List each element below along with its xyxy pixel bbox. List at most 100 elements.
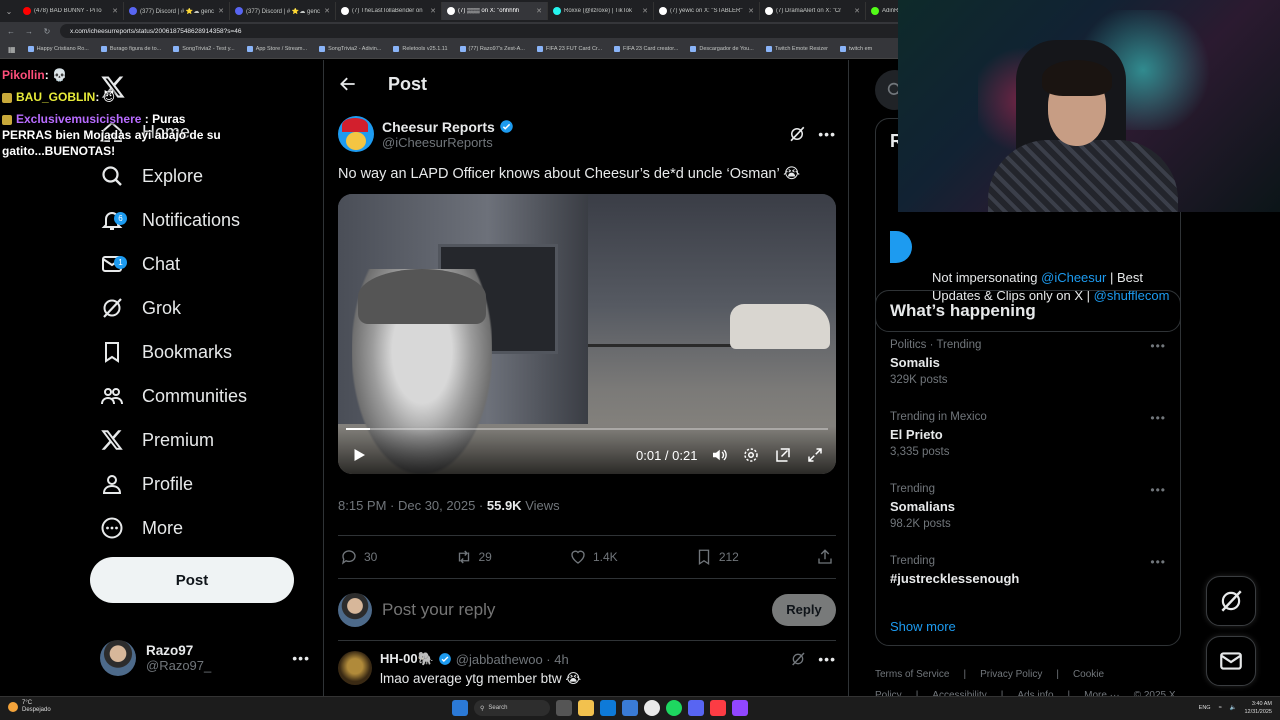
- tab-close-icon[interactable]: ✕: [748, 7, 754, 15]
- footer-link[interactable]: Privacy Policy: [980, 669, 1042, 680]
- nav-bookmarks[interactable]: Bookmarks: [100, 332, 232, 372]
- bookmark-action[interactable]: 212: [695, 548, 739, 566]
- tab-close-icon[interactable]: ✕: [324, 7, 330, 15]
- grok-icon[interactable]: [790, 651, 806, 667]
- tweet-timestamp[interactable]: 8:15 PM · Dec 30, 2025 ·: [338, 498, 483, 513]
- store-icon[interactable]: [622, 700, 638, 716]
- weather-widget[interactable]: 7°C Despejado: [8, 700, 51, 714]
- browser-tab[interactable]: (7) DramaAlert on X: "Cr ✕: [760, 2, 866, 20]
- messages-floating-button[interactable]: [1206, 636, 1256, 686]
- taskbar-search[interactable]: ⚲ Search: [474, 700, 550, 716]
- author-handle[interactable]: @iCheesurReports: [382, 135, 514, 150]
- bio-link[interactable]: @iCheesur: [1041, 270, 1106, 285]
- browser-tab[interactable]: (7) ▒▒▒ on X: "ohhhhh ✕: [442, 2, 548, 20]
- reply-action[interactable]: 30: [340, 548, 377, 566]
- bookmark-item[interactable]: Descargador de You...: [690, 46, 754, 52]
- bookmark-item[interactable]: Burago figura de to...: [100, 46, 161, 52]
- author-name[interactable]: Cheesur Reports: [382, 119, 495, 135]
- trend-item[interactable]: Trending #justrecklessenough •••: [890, 555, 1166, 627]
- volume-icon[interactable]: 🔈: [1230, 705, 1237, 711]
- reload-icon[interactable]: ↻: [42, 27, 52, 36]
- language-indicator[interactable]: ENG: [1199, 705, 1211, 711]
- account-switcher[interactable]: Razo97 @Razo97_ •••: [100, 638, 310, 678]
- tab-close-icon[interactable]: ✕: [642, 7, 648, 15]
- trend-item[interactable]: Politics · Trending Somalis 329K posts •••: [890, 339, 1166, 411]
- bookmark-item[interactable]: FIFA 23 Card creator...: [614, 46, 678, 52]
- reply-author-avatar[interactable]: [338, 651, 372, 685]
- like-action[interactable]: 1.4K: [569, 548, 618, 566]
- author-avatar[interactable]: [338, 116, 374, 152]
- browser-tab[interactable]: (478) BAD BUNNY - PiTo ✕: [18, 2, 124, 20]
- reply-tweet[interactable]: HH-00🐘 @jabbathewoo · 4h ••• lmao averag…: [338, 651, 836, 687]
- reply-author-name[interactable]: HH-00🐘: [380, 651, 434, 667]
- chrome-icon[interactable]: [644, 700, 660, 716]
- bookmark-item[interactable]: twitch em: [840, 46, 872, 52]
- fullscreen-icon[interactable]: [806, 446, 824, 464]
- music-icon[interactable]: [710, 700, 726, 716]
- task-view-icon[interactable]: [556, 700, 572, 716]
- picture-in-picture-icon[interactable]: [774, 446, 792, 464]
- nav-premium[interactable]: Premium: [100, 420, 214, 460]
- footer-link[interactable]: Terms of Service: [875, 669, 949, 680]
- file-explorer-icon[interactable]: [578, 700, 594, 716]
- spotify-icon[interactable]: [666, 700, 682, 716]
- back-arrow-icon[interactable]: ←: [6, 27, 16, 36]
- edge-icon[interactable]: [600, 700, 616, 716]
- reply-button[interactable]: Reply: [772, 593, 836, 626]
- discord-icon[interactable]: [688, 700, 704, 716]
- browser-tab[interactable]: Roxxe (@ilzroxe) | TikTok ✕: [548, 2, 654, 20]
- bookmark-item[interactable]: Reletools v25.1.11: [393, 46, 448, 52]
- bookmark-item[interactable]: Happy Cristiano Ro...: [27, 46, 89, 52]
- clock[interactable]: 3:40 AM 12/31/2025: [1244, 700, 1272, 716]
- tab-close-icon[interactable]: ✕: [536, 7, 542, 15]
- trend-more-icon[interactable]: •••: [1150, 339, 1166, 353]
- bookmark-item[interactable]: App Store / Stream...: [246, 46, 307, 52]
- bookmark-item[interactable]: SongTrivia2 - Test y...: [173, 46, 235, 52]
- share-action[interactable]: [816, 548, 834, 566]
- post-button[interactable]: Post: [90, 557, 294, 603]
- nav-chat[interactable]: 1 Chat: [100, 244, 180, 284]
- reply-input[interactable]: [382, 599, 762, 620]
- nav-profile[interactable]: Profile: [100, 464, 193, 504]
- nav-communities[interactable]: Communities: [100, 376, 247, 416]
- volume-icon[interactable]: [710, 446, 728, 464]
- bookmark-item[interactable]: Twitch Emote Resizer: [765, 46, 828, 52]
- tab-close-icon[interactable]: ✕: [854, 7, 860, 15]
- tweet-more-icon[interactable]: •••: [818, 126, 836, 142]
- trend-item[interactable]: Trending Somalians 98.2K posts •••: [890, 483, 1166, 555]
- account-more-icon[interactable]: •••: [292, 650, 310, 666]
- forward-arrow-icon[interactable]: →: [24, 27, 34, 36]
- browser-tab[interactable]: (377) Discord | # ⭐☁ genc ✕: [124, 2, 230, 20]
- play-icon[interactable]: [350, 446, 368, 464]
- trend-item[interactable]: Trending in Mexico El Prieto 3,335 posts ••…: [890, 411, 1166, 483]
- tab-close-icon[interactable]: ✕: [218, 7, 224, 15]
- twitch-icon[interactable]: [732, 700, 748, 716]
- trend-more-icon[interactable]: •••: [1150, 411, 1166, 425]
- reply-more-icon[interactable]: •••: [818, 651, 836, 667]
- browser-tab[interactable]: (377) Discord | # ⭐☁ genc ✕: [230, 2, 336, 20]
- tab-close-icon[interactable]: ✕: [112, 7, 118, 15]
- nav-notifications[interactable]: 6 Notifications: [100, 200, 240, 240]
- settings-gear-icon[interactable]: [742, 446, 760, 464]
- grok-icon[interactable]: [788, 125, 806, 143]
- nav-grok[interactable]: Grok: [100, 288, 181, 328]
- start-icon[interactable]: [452, 700, 468, 716]
- video-player[interactable]: 0:01 / 0:21: [338, 194, 836, 474]
- back-arrow-icon[interactable]: [338, 74, 358, 94]
- trend-more-icon[interactable]: •••: [1150, 483, 1166, 497]
- bookmark-item[interactable]: FIFA 23 FUT Card Cr...: [536, 46, 602, 52]
- nav-more[interactable]: More: [100, 508, 183, 548]
- bookmark-item[interactable]: (77) Razo97's Zest-A...: [459, 46, 525, 52]
- tab-close-icon[interactable]: ✕: [430, 7, 436, 15]
- bookmark-item[interactable]: SongTrivia2 - Adivin...: [319, 46, 381, 52]
- trend-more-icon[interactable]: •••: [1150, 555, 1166, 569]
- browser-tab[interactable]: (7) TheLastTollaBender on ✕: [336, 2, 442, 20]
- repost-action[interactable]: 29: [455, 548, 492, 566]
- apps-grid-icon[interactable]: ▦: [8, 45, 16, 54]
- reply-author-handle[interactable]: @jabbathewoo · 4h: [456, 652, 569, 667]
- video-progress-bar[interactable]: [346, 428, 828, 430]
- browser-tab[interactable]: (7) yewic on X: "STABLER" ✕: [654, 2, 760, 20]
- profile-avatar[interactable]: [890, 231, 912, 263]
- grok-floating-button[interactable]: [1206, 576, 1256, 626]
- tab-search-icon[interactable]: ⌄: [0, 7, 18, 16]
